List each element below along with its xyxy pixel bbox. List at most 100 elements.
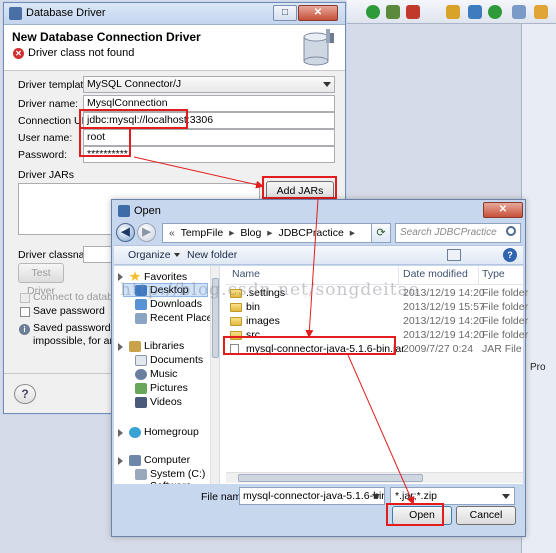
breadcrumb[interactable]: « TempFile ▸ Blog ▸ JDBCPractice ▸: [162, 223, 388, 243]
nav-recent-places[interactable]: Recent Places: [150, 312, 218, 324]
nav-software[interactable]: Software: [150, 480, 191, 484]
file-name: mysql-connector-java-5.1.6-bin.jar: [246, 343, 405, 355]
nav-homegroup[interactable]: Homegroup: [144, 426, 199, 438]
libraries-icon: [129, 341, 141, 352]
nav-videos[interactable]: Videos: [150, 396, 182, 408]
folder-icon: [230, 317, 242, 326]
file-type: File folder: [482, 329, 529, 341]
eclipse-side-tab[interactable]: Pro: [530, 362, 546, 373]
password-input[interactable]: **********: [83, 146, 335, 163]
dialog-title: Database Driver: [26, 7, 106, 19]
column-date-modified[interactable]: Date modified: [403, 268, 468, 280]
address-bar: ◀ ▶ « TempFile ▸ Blog ▸ JDBCPractice ▸ ⟳…: [116, 222, 521, 244]
back-icon[interactable]: [534, 5, 548, 19]
table-row[interactable]: src 2013/12/19 14:20 File folder: [226, 329, 528, 343]
scrollbar-thumb[interactable]: [238, 474, 423, 482]
search-icon: [506, 226, 516, 236]
driver-name-input[interactable]: MysqlConnection: [83, 95, 335, 112]
chevron-down-icon[interactable]: [372, 494, 380, 499]
file-name-input[interactable]: mysql-connector-java-5.1.6-bin.jar: [239, 487, 385, 505]
back-button[interactable]: ◀: [116, 223, 135, 242]
file-date: 2013/12/19 14:20: [403, 315, 485, 327]
driver-jars-label: Driver JARs: [18, 169, 75, 181]
search-input[interactable]: Search JDBCPractice: [395, 223, 521, 243]
breadcrumb-item[interactable]: JDBCPractice: [278, 227, 343, 239]
nav-favorites[interactable]: Favorites: [144, 271, 187, 283]
save-password-checkbox[interactable]: [20, 307, 30, 317]
open-dialog-titlebar[interactable]: Open ✕: [112, 200, 525, 222]
table-row[interactable]: bin 2013/12/19 15:57 File folder: [226, 301, 528, 315]
open-button[interactable]: Open: [392, 506, 452, 525]
horizontal-scrollbar[interactable]: [226, 472, 523, 483]
cancel-button[interactable]: Cancel: [456, 506, 516, 525]
new-package-icon[interactable]: [446, 5, 460, 19]
dialog-titlebar[interactable]: Database Driver □ ✕: [4, 3, 345, 25]
refresh-icon[interactable]: ⟳: [371, 223, 391, 243]
expand-icon[interactable]: [118, 273, 123, 281]
browser-body: Favorites Desktop Downloads Recent Place…: [114, 266, 528, 484]
command-bar: Organize New folder ?: [114, 245, 523, 265]
column-divider: [398, 266, 399, 284]
file-name: images: [246, 315, 280, 327]
test-driver-button[interactable]: Test Driver: [18, 263, 64, 297]
nav-music[interactable]: Music: [150, 368, 177, 380]
forward-button[interactable]: ▶: [137, 223, 156, 242]
navigation-pane: Favorites Desktop Downloads Recent Place…: [114, 266, 220, 484]
file-name: src: [246, 329, 260, 341]
error-icon: ✕: [13, 48, 24, 59]
dialog-header: New Database Connection Driver ✕ Driver …: [4, 25, 345, 71]
music-icon: [135, 369, 147, 380]
header-divider: [226, 284, 523, 285]
maximize-button[interactable]: □: [273, 5, 297, 21]
table-row[interactable]: .settings 2013/12/19 14:20 File folder: [226, 287, 528, 301]
nav-libraries[interactable]: Libraries: [144, 340, 184, 352]
driver-template-value: MySQL Connector/J: [87, 78, 182, 90]
external-tools-icon[interactable]: [406, 5, 420, 19]
help-icon[interactable]: ?: [503, 248, 517, 262]
organize-menu[interactable]: Organize: [128, 249, 180, 261]
view-options-icon[interactable]: [447, 249, 461, 261]
connect-on-startup-checkbox[interactable]: [20, 293, 30, 303]
nav-computer[interactable]: Computer: [144, 454, 190, 466]
breadcrumb-item[interactable]: Blog: [240, 227, 261, 239]
nav-desktop[interactable]: Desktop: [150, 284, 189, 296]
close-button[interactable]: ✕: [298, 5, 338, 21]
recent-places-icon: [135, 313, 147, 324]
documents-icon: [135, 355, 147, 366]
window-controls: ✕: [482, 202, 523, 219]
connection-url-input[interactable]: jdbc:mysql://localhost:3306: [83, 112, 335, 129]
nav-documents[interactable]: Documents: [150, 354, 203, 366]
file-date: 2013/12/19 14:20: [403, 329, 485, 341]
column-divider: [478, 266, 479, 284]
new-class-icon[interactable]: [468, 5, 482, 19]
breadcrumb-item[interactable]: TempFile: [181, 227, 224, 239]
nav-downloads[interactable]: Downloads: [150, 298, 202, 310]
add-jars-button[interactable]: Add JARs: [266, 181, 334, 201]
column-name[interactable]: Name: [232, 268, 260, 280]
folder-icon: [230, 331, 242, 340]
run-config-icon[interactable]: [488, 5, 502, 19]
app-icon: [9, 7, 22, 20]
nav-pictures[interactable]: Pictures: [150, 382, 188, 394]
file-type-filter[interactable]: *.jar;*.zip: [390, 487, 515, 505]
run-icon[interactable]: [366, 5, 380, 19]
help-icon: ?: [21, 387, 29, 401]
table-row[interactable]: images 2013/12/19 14:20 File folder: [226, 315, 528, 329]
expand-icon[interactable]: [118, 429, 123, 437]
nav-system-c[interactable]: System (C:): [150, 468, 205, 480]
table-row-selected[interactable]: mysql-connector-java-5.1.6-bin.jar 2009/…: [226, 343, 523, 357]
expand-icon[interactable]: [118, 457, 123, 465]
column-type[interactable]: Type: [482, 268, 505, 280]
scrollbar-thumb[interactable]: [212, 278, 219, 358]
driver-template-select[interactable]: MySQL Connector/J: [83, 76, 335, 93]
expand-icon[interactable]: [118, 343, 123, 351]
search-icon[interactable]: [512, 5, 526, 19]
new-folder-button[interactable]: New folder: [187, 249, 237, 261]
file-name: .settings: [246, 287, 286, 299]
help-button[interactable]: ?: [14, 384, 36, 404]
user-name-input[interactable]: root: [83, 129, 335, 146]
nav-scrollbar[interactable]: [210, 266, 219, 484]
folder-icon: [230, 303, 242, 312]
debug-icon[interactable]: [386, 5, 400, 19]
close-button[interactable]: ✕: [483, 202, 523, 218]
